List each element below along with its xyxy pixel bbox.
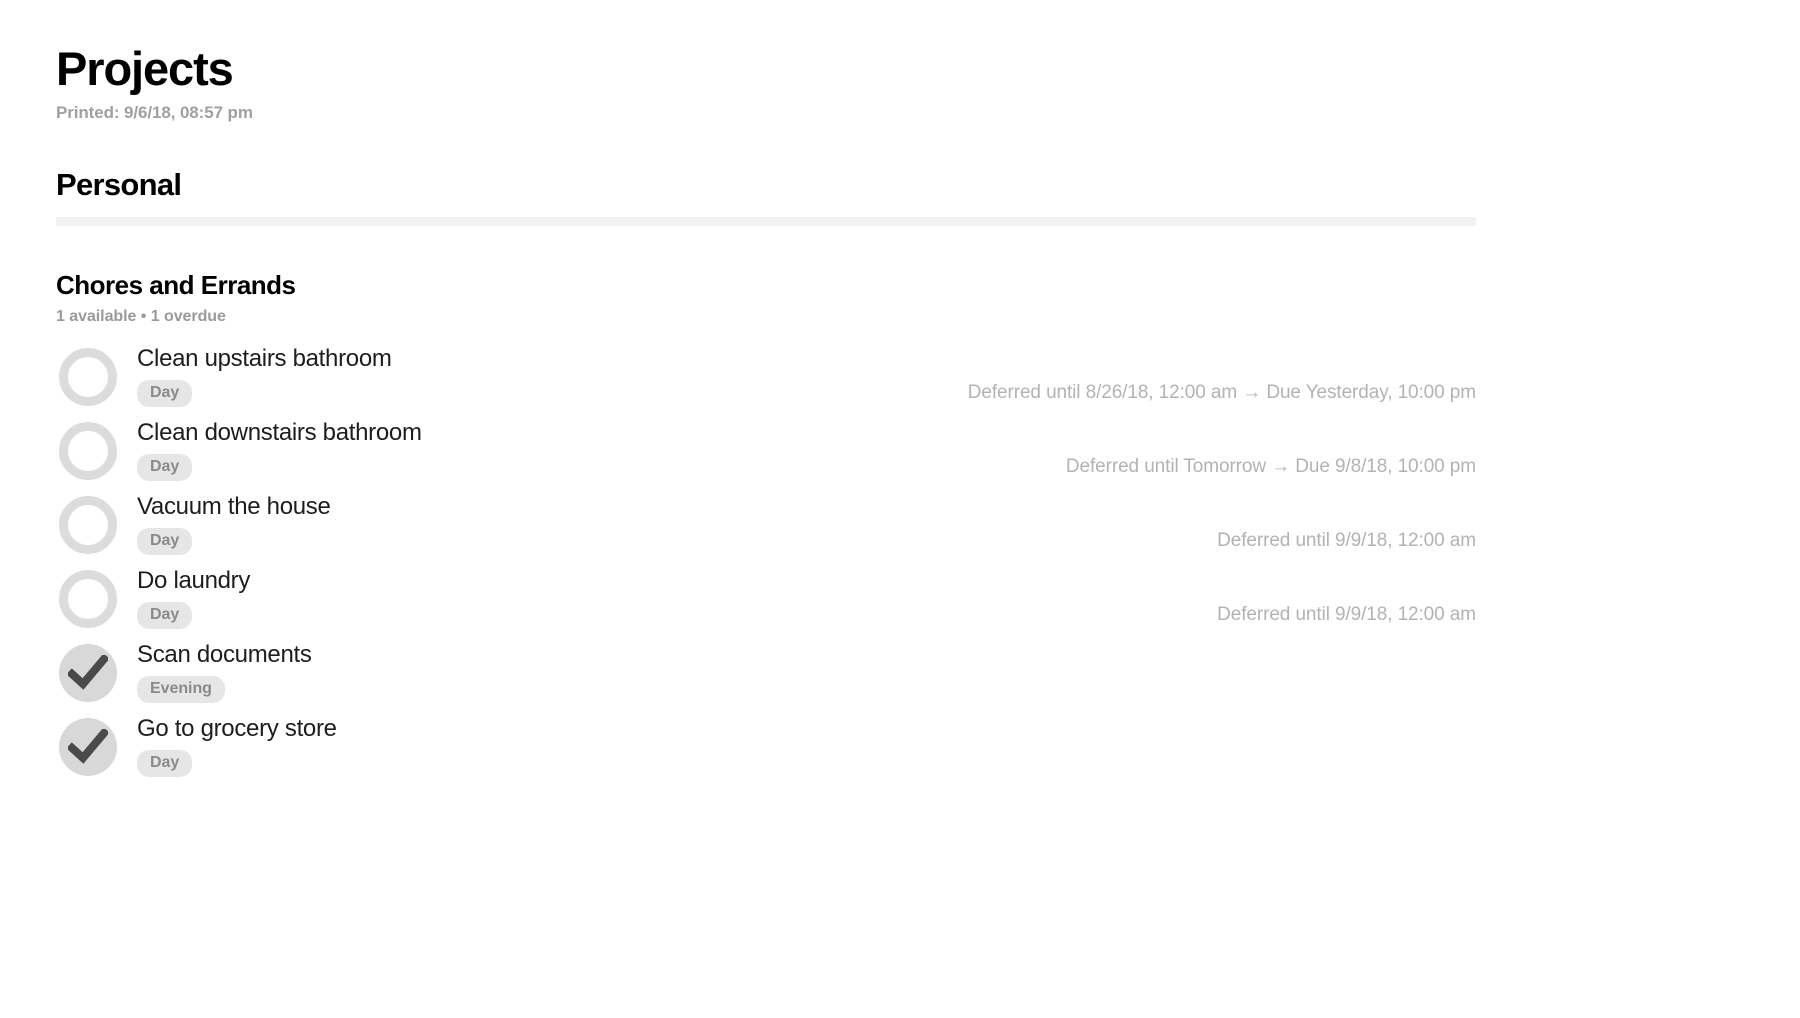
task-tag-badge: Day <box>137 601 193 629</box>
folder-section: Personal Chores and Errands 1 available • … <box>56 167 1744 786</box>
task-row[interactable]: Scan documents Evening <box>56 638 1476 712</box>
task-schedule-meta: Deferred until 9/9/18, 12:00 am <box>1217 603 1476 625</box>
folder-divider <box>56 216 1476 226</box>
task-schedule-meta: Deferred until 9/9/18, 12:00 am <box>1217 529 1476 551</box>
task-body: Clean upstairs bathroom Day <box>117 342 968 407</box>
printed-page: Projects Printed: 9/6/18, 08:57 pm Perso… <box>0 0 1800 786</box>
circle-outline-icon[interactable] <box>59 421 117 480</box>
printed-timestamp: Printed: 9/6/18, 08:57 pm <box>56 102 253 122</box>
task-title: Scan documents <box>137 640 312 668</box>
task-body: Scan documents Evening <box>117 638 1476 703</box>
checkmark-filled-icon[interactable] <box>59 717 117 776</box>
task-tag-badge: Evening <box>137 675 225 703</box>
task-tag-badge: Day <box>137 527 193 555</box>
task-title: Do laundry <box>137 566 251 594</box>
task-row[interactable]: Clean upstairs bathroom Day Deferred until… <box>56 342 1476 416</box>
document-header: Projects Printed: 9/6/18, 08:57 pm <box>56 42 1744 123</box>
page-title: Projects <box>56 42 234 95</box>
task-schedule-meta: Deferred until Tomorrow → Due 9/8/18, 10… <box>1065 455 1476 477</box>
task-list: Clean upstairs bathroom Day Deferred until… <box>56 342 1744 786</box>
circle-outline-icon[interactable] <box>59 347 117 406</box>
task-title: Clean downstairs bathroom <box>137 418 422 446</box>
task-tag-badge: Day <box>137 749 193 777</box>
circle-outline-icon[interactable] <box>59 569 117 628</box>
task-row[interactable]: Clean downstairs bathroom Day Deferred unt… <box>56 416 1476 490</box>
project-status: 1 available • 1 overdue <box>56 307 226 325</box>
folder-list: Personal Chores and Errands 1 available • … <box>56 167 1744 786</box>
folder-name: Personal <box>56 166 182 202</box>
task-tag-badge: Day <box>137 453 193 481</box>
task-body: Clean downstairs bathroom Day <box>117 416 1066 481</box>
task-body: Go to grocery store Day <box>117 712 1476 777</box>
project-name: Chores and Errands <box>56 269 296 300</box>
task-title: Go to grocery store <box>137 714 337 742</box>
task-body: Do laundry Day <box>117 564 1217 629</box>
task-row[interactable]: Vacuum the house Day Deferred until 9/9/18… <box>56 490 1476 564</box>
task-tag-badge: Day <box>137 379 193 407</box>
task-title: Clean upstairs bathroom <box>137 344 392 372</box>
circle-outline-icon[interactable] <box>59 495 117 554</box>
task-schedule-meta: Deferred until 8/26/18, 12:00 am → Due Y… <box>967 381 1476 403</box>
task-row[interactable]: Go to grocery store Day <box>56 712 1476 786</box>
task-body: Vacuum the house Day <box>117 490 1217 555</box>
checkmark-filled-icon[interactable] <box>59 643 117 702</box>
task-title: Vacuum the house <box>137 492 331 520</box>
project-section: Chores and Errands 1 available • 1 overdu… <box>56 270 1744 786</box>
task-row[interactable]: Do laundry Day Deferred until 9/9/18, 12:0… <box>56 564 1476 638</box>
